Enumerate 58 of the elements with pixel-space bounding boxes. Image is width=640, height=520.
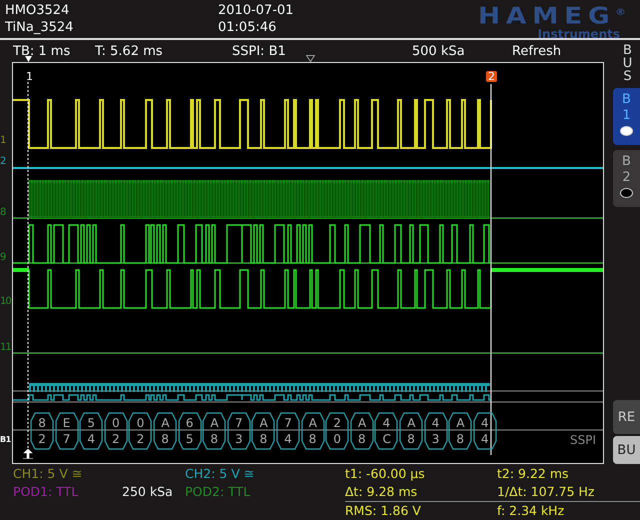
cursor-label[interactable]: 1 xyxy=(24,71,35,82)
device-name: TiNa_3524 xyxy=(5,19,74,36)
measurement-value: t1: -60.00 µs xyxy=(345,465,426,483)
selection-dot-icon xyxy=(620,126,633,136)
decoded-byte: A8 xyxy=(448,412,472,450)
device-model: HMO3524 xyxy=(5,2,70,19)
channel-marker: 10 xyxy=(0,297,11,307)
sidebar-title: BUS xyxy=(622,44,634,83)
decoded-byte: A8 xyxy=(350,412,374,450)
decoded-byte: 4C xyxy=(374,412,398,450)
decoded-byte: 44 xyxy=(472,412,497,450)
decoded-byte: A8 xyxy=(202,412,226,450)
decoded-byte: 02 xyxy=(128,412,152,450)
measurement-value: RMS: 1.86 V xyxy=(345,501,497,520)
status-text: 500 kSa xyxy=(412,44,466,58)
selection-dot-icon xyxy=(620,188,633,198)
decoded-byte: A8 xyxy=(251,412,276,450)
sample-rate: 250 kSa xyxy=(122,483,174,501)
channel-setting: POD1: TTL xyxy=(13,483,80,501)
trigger-arrow-icon xyxy=(23,449,33,459)
channel-marker: 11 xyxy=(0,343,11,353)
decoded-byte: E7 xyxy=(54,412,79,450)
channel-setting: CH1: 5 V ≅ xyxy=(13,465,84,483)
channel-marker: 8 xyxy=(0,208,6,218)
bus-label: SSPI xyxy=(570,433,596,447)
menu-button[interactable]: BU xyxy=(613,436,640,464)
decoded-byte: 65 xyxy=(178,412,202,450)
logo-subtitle: Instruments xyxy=(538,28,620,41)
decoded-byte: A8 xyxy=(153,412,177,450)
decoded-byte: 82 xyxy=(30,412,54,450)
decoded-byte: 20 xyxy=(325,412,350,450)
decoded-byte: 43 xyxy=(424,412,448,450)
bus-button[interactable]: B1 xyxy=(613,88,640,145)
status-text: SSPI: B1 xyxy=(232,44,287,58)
status-text: T: 5.62 ms xyxy=(95,44,164,58)
decoded-byte: 73 xyxy=(226,412,251,450)
decoded-byte: 74 xyxy=(276,412,300,450)
channel-setting: CH2: 5 V ≅ xyxy=(185,465,256,483)
measurement-value: t2: 9.22 ms xyxy=(497,465,570,483)
channel-marker: 1 xyxy=(0,136,6,146)
channel-marker: 9 xyxy=(0,253,6,263)
channel-setting: POD2: TTL xyxy=(185,483,252,501)
channel-marker: 2 xyxy=(0,157,6,167)
measurement-value: Δt: 9.28 ms xyxy=(345,483,418,501)
bus-button[interactable]: B2 xyxy=(613,150,640,207)
decoded-byte: A8 xyxy=(399,412,423,450)
channel-marker: B1 xyxy=(0,435,11,445)
status-text: Refresh xyxy=(512,44,562,58)
decoded-byte: 54 xyxy=(79,412,104,450)
trigger-position-icon xyxy=(306,55,315,62)
status-text: TB: 1 ms xyxy=(13,44,72,58)
measurement-value: 1/Δt: 107.75 Hz xyxy=(497,483,596,501)
cursor-label[interactable]: 2 xyxy=(486,71,497,82)
decoded-byte: A8 xyxy=(300,412,325,450)
decoded-byte: 02 xyxy=(104,412,128,450)
logo-text: HAMEG$^{®}$ xyxy=(478,2,632,28)
measurement-value: f: 2.34 kHz xyxy=(497,501,640,520)
time-text: 01:05:46 xyxy=(218,19,278,36)
